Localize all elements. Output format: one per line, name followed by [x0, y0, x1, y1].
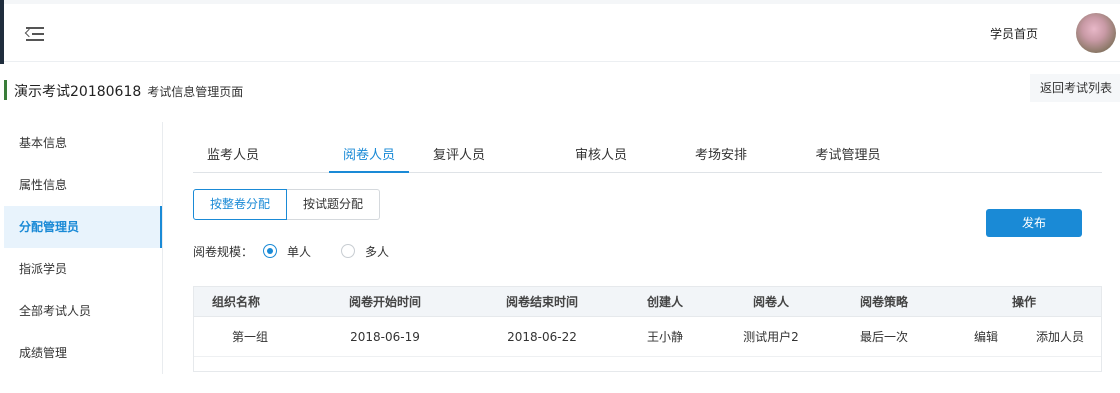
- grading-scale-label: 阅卷规模：: [193, 244, 254, 259]
- cell-grader: 测试用户2: [743, 330, 799, 344]
- edit-link[interactable]: 编辑: [966, 317, 1006, 357]
- exam-name: 演示考试20180618: [14, 84, 142, 100]
- column-header-grader: 阅卷人: [752, 295, 789, 309]
- column-header-actions: 操作: [1011, 295, 1036, 309]
- radio-checked-icon[interactable]: [263, 244, 278, 258]
- table-row: 第一组 2018-06-19 2018-06-22 王小静 测试用户2 最后一次…: [194, 317, 1101, 357]
- grading-scale-row: 阅卷规模： 单人 多人: [193, 242, 389, 260]
- settings-sidebar: 基本信息 属性信息 分配管理员 指派学员 全部考试人员 成绩管理: [4, 122, 163, 374]
- assign-mode-group: 按整卷分配 按试题分配: [193, 189, 381, 220]
- page-subtitle: 考试信息管理页面: [147, 85, 244, 99]
- page-title-bar: 演示考试20180618 考试信息管理页面 返回考试列表: [4, 72, 1120, 108]
- user-avatar[interactable]: [1076, 13, 1116, 53]
- assign-by-paper-button[interactable]: 按整卷分配: [193, 189, 288, 220]
- sidebar-item-score-management[interactable]: 成绩管理: [4, 332, 162, 374]
- sidebar-item-assign-admin[interactable]: 分配管理员: [4, 206, 162, 248]
- sidebar-item-assign-students[interactable]: 指派学员: [4, 248, 162, 290]
- student-home-link[interactable]: 学员首页: [990, 25, 1038, 42]
- page-title: 演示考试20180618 考试信息管理页面: [14, 81, 243, 101]
- menu-fold-icon[interactable]: [24, 22, 48, 44]
- sidebar-item-basic-info[interactable]: 基本信息: [4, 122, 162, 164]
- add-member-link[interactable]: 添加人员: [1030, 317, 1090, 357]
- scale-option-multiple[interactable]: 多人: [341, 243, 389, 260]
- top-header: 学员首页: [4, 4, 1120, 62]
- back-to-exam-list-button[interactable]: 返回考试列表: [1030, 74, 1120, 102]
- role-tabs: 监考人员 阅卷人员 复评人员 审核人员 考场安排 考试管理员: [193, 140, 1102, 173]
- column-header-end: 阅卷结束时间: [505, 295, 578, 309]
- column-header-start: 阅卷开始时间: [348, 295, 421, 309]
- title-accent-bar: [4, 80, 7, 100]
- assign-by-question-button[interactable]: 按试题分配: [287, 189, 381, 220]
- tab-proctors[interactable]: 监考人员: [197, 140, 269, 173]
- column-header-strategy: 阅卷策略: [859, 295, 908, 309]
- publish-button[interactable]: 发布: [986, 209, 1082, 237]
- column-header-creator: 创建人: [646, 295, 683, 309]
- cell-creator: 王小静: [646, 330, 683, 344]
- table-header: 组织名称 阅卷开始时间 阅卷结束时间 创建人 阅卷人 阅卷策略 操作: [194, 287, 1101, 317]
- tab-graders[interactable]: 阅卷人员: [329, 140, 409, 173]
- scale-option-label: 多人: [365, 244, 390, 259]
- cell-start-date: 2018-06-19: [350, 330, 420, 344]
- column-header-group: 组织名称: [211, 295, 260, 309]
- sidebar-item-all-exam-staff[interactable]: 全部考试人员: [4, 290, 162, 332]
- grader-groups-table: 组织名称 阅卷开始时间 阅卷结束时间 创建人 阅卷人 阅卷策略 操作 第一组 2…: [193, 286, 1102, 372]
- cell-strategy: 最后一次: [859, 330, 908, 344]
- cell-group: 第一组: [231, 330, 268, 344]
- sidebar-item-attribute-info[interactable]: 属性信息: [4, 164, 162, 206]
- scale-option-single[interactable]: 单人: [263, 243, 311, 260]
- cell-end-date: 2018-06-22: [507, 330, 577, 344]
- tab-exam-admins[interactable]: 考试管理员: [803, 140, 893, 173]
- tab-reviewers[interactable]: 复评人员: [419, 140, 499, 173]
- radio-unchecked-icon[interactable]: [341, 244, 356, 258]
- tab-auditors[interactable]: 审核人员: [561, 140, 641, 173]
- scale-option-label: 单人: [287, 244, 312, 259]
- tab-exam-room[interactable]: 考场安排: [681, 140, 761, 173]
